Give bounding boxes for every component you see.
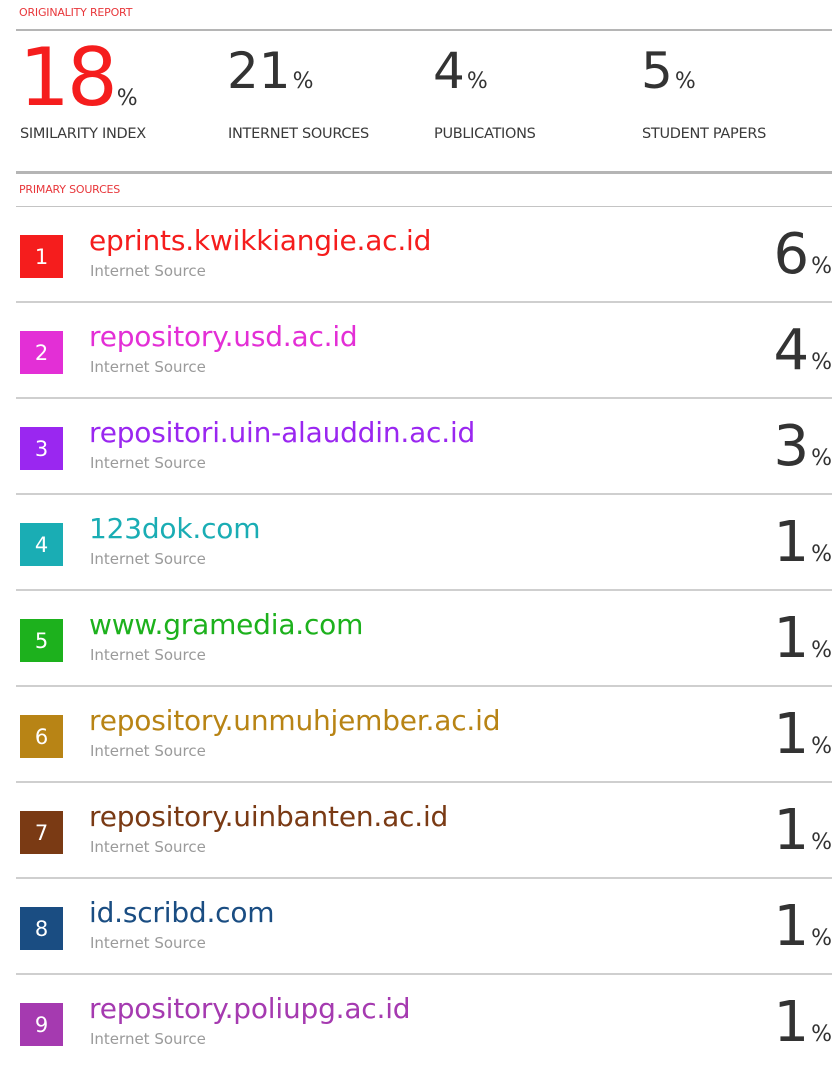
source-type: Internet Source [90,550,206,568]
source-type: Internet Source [90,742,206,760]
student-papers-label: STUDENT PAPERS [642,126,767,142]
similarity-index-value: 18% [19,31,138,124]
source-row: 6 repository.unmuhjember.ac.id Internet So… [16,687,832,783]
source-row: 8 id.scribd.com Internet Source 1% [16,879,832,975]
source-type: Internet Source [90,262,206,280]
source-link[interactable]: repositori.uin-alauddin.ac.id [89,417,475,449]
student-papers-value: 5% [641,42,696,100]
source-percentage: 1% [773,702,832,767]
source-link[interactable]: repository.uinbanten.ac.id [89,801,448,833]
source-rank-badge: 2 [20,331,63,374]
source-rank-badge: 9 [20,1003,63,1046]
source-row: 4 123dok.com Internet Source 1% [16,495,832,591]
source-percentage: 1% [773,798,832,863]
source-rank-badge: 1 [20,235,63,278]
source-percentage: 3% [773,414,832,479]
source-link[interactable]: id.scribd.com [89,897,275,929]
publications-value: 4% [433,42,488,100]
internet-sources-label: INTERNET SOURCES [228,126,369,142]
originality-report-title: ORIGINALITY REPORT [19,6,133,19]
source-type: Internet Source [90,358,206,376]
source-link[interactable]: repository.usd.ac.id [89,321,358,353]
source-rank-badge: 7 [20,811,63,854]
stats-row: 18% SIMILARITY INDEX 21% INTERNET SOURCE… [0,38,835,164]
top-divider [16,29,832,31]
source-row: 5 www.gramedia.com Internet Source 1% [16,591,832,687]
source-rank-badge: 5 [20,619,63,662]
source-row: 9 repository.poliupg.ac.id Internet Source… [16,975,832,1069]
source-percentage: 4% [773,318,832,383]
source-percentage: 6% [773,222,832,287]
similarity-index-label: SIMILARITY INDEX [20,126,146,142]
primary-sources-title: PRIMARY SOURCES [19,183,121,196]
source-row: 1 eprints.kwikkiangie.ac.id Internet Sourc… [16,207,832,303]
source-row: 7 repository.uinbanten.ac.id Internet Sour… [16,783,832,879]
source-type: Internet Source [90,934,206,952]
source-link[interactable]: www.gramedia.com [89,609,363,641]
source-rank-badge: 6 [20,715,63,758]
source-link[interactable]: 123dok.com [89,513,260,545]
source-percentage: 1% [773,606,832,671]
source-link[interactable]: eprints.kwikkiangie.ac.id [89,225,431,257]
source-type: Internet Source [90,1030,206,1048]
source-link[interactable]: repository.unmuhjember.ac.id [89,705,500,737]
publications-label: PUBLICATIONS [434,126,536,142]
source-link[interactable]: repository.poliupg.ac.id [89,993,411,1025]
source-type: Internet Source [90,454,206,472]
source-percentage: 1% [773,510,832,575]
middle-divider [16,171,832,174]
source-row: 3 repositori.uin-alauddin.ac.id Internet S… [16,399,832,495]
source-rank-badge: 4 [20,523,63,566]
source-type: Internet Source [90,838,206,856]
primary-sources-list: 1 eprints.kwikkiangie.ac.id Internet Sourc… [0,207,835,1069]
source-percentage: 1% [773,990,832,1055]
internet-sources-value: 21% [227,42,314,100]
source-percentage: 1% [773,894,832,959]
source-rank-badge: 3 [20,427,63,470]
source-rank-badge: 8 [20,907,63,950]
source-type: Internet Source [90,646,206,664]
source-row: 2 repository.usd.ac.id Internet Source 4% [16,303,832,399]
